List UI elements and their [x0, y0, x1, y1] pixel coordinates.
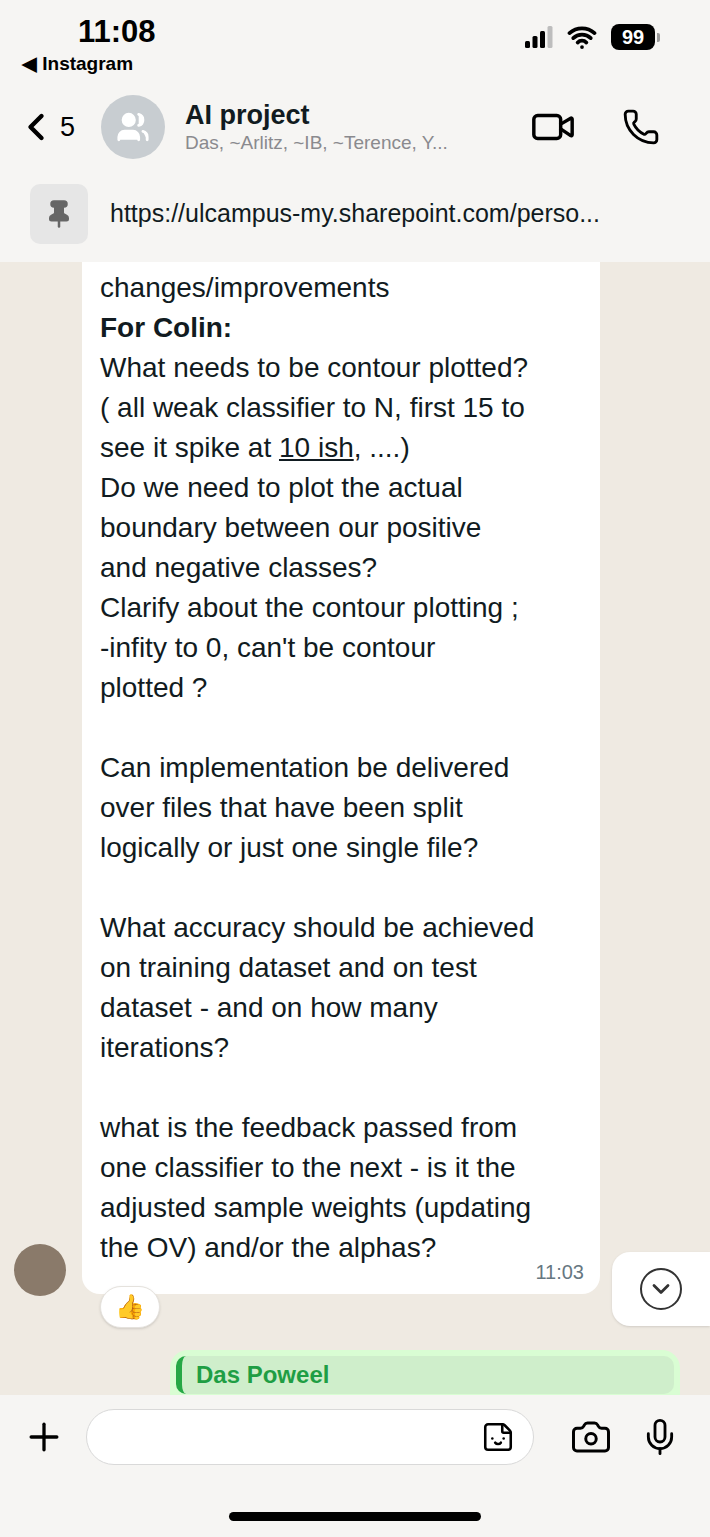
chevron-down-icon	[647, 1275, 675, 1303]
message-line: plotted ?	[100, 668, 582, 708]
sender-avatar[interactable]	[14, 1244, 66, 1296]
chat-title: AI project	[185, 99, 516, 131]
outgoing-message: Das Poweel	[0, 1350, 710, 1395]
message-line: the OV) and/or the alphas?	[100, 1228, 582, 1268]
chat-header: 5 AI projectDas, ~Arlitz, ~IB, ~Terence, …	[0, 88, 710, 166]
message-paragraph: what is the feedback passed fromone clas…	[100, 1108, 582, 1268]
pin-icon	[44, 199, 74, 229]
group-avatar[interactable]	[101, 95, 165, 159]
back-button[interactable]: 5	[14, 105, 75, 149]
signal-icon	[525, 26, 553, 48]
quote-author: Das Poweel	[196, 1360, 660, 1390]
message-line: adjusted sample weights (updating	[100, 1188, 582, 1228]
message-line: What accuracy should be achieved	[100, 908, 582, 948]
chat-title-block[interactable]: AI projectDas, ~Arlitz, ~IB, ~Terence, Y…	[185, 99, 516, 155]
pinned-message-bar[interactable]: https://ulcampus-my.sharepoint.com/perso…	[0, 166, 710, 262]
message-paragraph: Can implementation be deliveredover file…	[100, 748, 582, 868]
message-line: changes/improvements	[100, 268, 582, 308]
pinned-link[interactable]: https://ulcampus-my.sharepoint.com/perso…	[110, 195, 600, 233]
message-line: Clarify about the contour plotting ;	[100, 588, 582, 628]
message-line: boundary between our positive	[100, 508, 582, 548]
message-heading: For Colin:	[100, 308, 582, 348]
message-paragraph: changes/improvements	[100, 268, 582, 308]
microphone-icon[interactable]	[640, 1417, 680, 1457]
message-bubble[interactable]: changes/improvementsFor Colin:What needs…	[82, 262, 600, 1294]
voice-call-icon[interactable]	[622, 108, 660, 146]
home-indicator	[229, 1512, 481, 1521]
message-line: iterations?	[100, 1028, 582, 1068]
message-paragraph: What accuracy should be achievedon train…	[100, 908, 582, 1068]
video-call-icon[interactable]	[530, 104, 576, 150]
message-line: ( all weak classifier to N, first 15 to	[100, 388, 582, 428]
message-paragraph: For Colin:What needs to be contour plott…	[100, 308, 582, 708]
message-line: what is the feedback passed from	[100, 1108, 582, 1148]
message-time: 11:03	[535, 1260, 584, 1284]
message-line: see it spike at 10 ish, ....)	[100, 428, 582, 468]
wifi-icon	[567, 22, 597, 52]
scroll-down-button[interactable]	[612, 1252, 710, 1326]
message-input[interactable]	[86, 1409, 534, 1465]
message-line: dataset - and on how many	[100, 988, 582, 1028]
camera-icon[interactable]	[570, 1416, 612, 1458]
message-line: and negative classes?	[100, 548, 582, 588]
message-line: -infity to 0, can't be contour	[100, 628, 582, 668]
detected-link[interactable]: 10 ish	[279, 432, 354, 463]
whatsapp-chat-screen: 11:08◀ Instagram 99 5 AI projectDas, ~Arlit…	[0, 0, 710, 1537]
status-bar: 11:08◀ Instagram 99	[0, 0, 710, 88]
incoming-message: changes/improvementsFor Colin:What needs…	[0, 262, 710, 1328]
battery-icon: 99	[611, 24, 655, 50]
status-time: 11:08	[22, 12, 156, 52]
message-line: over files that have been split	[100, 788, 582, 828]
message-line: Can implementation be delivered	[100, 748, 582, 788]
message-line: one classifier to the next - is it the	[100, 1148, 582, 1188]
message-line: Do we need to plot the actual	[100, 468, 582, 508]
chat-area: changes/improvementsFor Colin:What needs…	[0, 262, 710, 1395]
group-icon	[116, 110, 150, 144]
message-bubble[interactable]: Das Poweel	[170, 1350, 680, 1395]
chat-subtitle: Das, ~Arlitz, ~IB, ~Terence, Y...	[185, 131, 516, 155]
sticker-icon[interactable]	[481, 1420, 515, 1454]
message-line: logically or just one single file?	[100, 828, 582, 868]
back-icon	[14, 105, 58, 149]
back-to-app[interactable]: ◀ Instagram	[22, 52, 156, 76]
message-line: What needs to be contour plotted?	[100, 348, 582, 388]
composer-bar	[0, 1395, 710, 1537]
attach-icon[interactable]	[22, 1415, 66, 1459]
reply-quote[interactable]: Das Poweel	[176, 1356, 674, 1394]
reaction-badge[interactable]: 👍	[100, 1286, 160, 1328]
message-line: on training dataset and on test	[100, 948, 582, 988]
